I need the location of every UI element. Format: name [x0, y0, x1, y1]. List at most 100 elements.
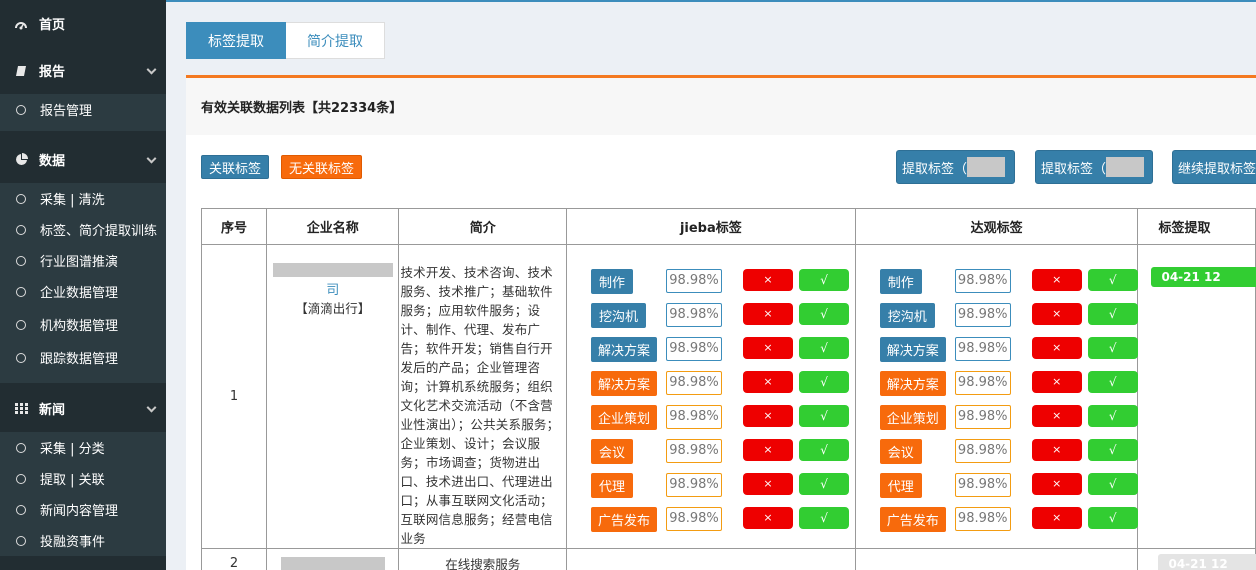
jieba-reject-button[interactable]: × — [743, 370, 794, 393]
daguan-reject-button[interactable]: × — [1031, 506, 1082, 529]
jieba-reject-button[interactable]: × — [743, 472, 794, 495]
sidebar-item-news-extract[interactable]: 提取 | 关联 — [0, 463, 166, 494]
sidebar-item-label: 报告管理 — [40, 104, 93, 119]
daguan-tag-row: 广告发布 98.98% × √ — [856, 506, 1138, 533]
jieba-tag[interactable]: 挖沟机 — [591, 302, 647, 328]
jieba-tag[interactable]: 解决方案 — [591, 370, 658, 396]
daguan-reject-button[interactable]: × — [1031, 370, 1082, 393]
jieba-reject-button[interactable]: × — [743, 404, 794, 427]
pie-chart-icon — [14, 153, 28, 166]
daguan-accept-button[interactable]: √ — [1087, 302, 1138, 325]
tab-summary-extract[interactable]: 简介提取 — [286, 22, 385, 59]
daguan-cell: 制作 98.98% × √ 挖沟机 98.98% × √ 解决方案 98.98% × √ 解决方案 98.… — [854, 244, 1139, 549]
sidebar-item-news-collect[interactable]: 采集 | 分类 — [0, 432, 166, 463]
jieba-reject-button[interactable]: × — [743, 438, 794, 461]
jieba-reject-button[interactable]: × — [743, 506, 794, 529]
jieba-tag-row: 广告发布 98.98% × √ — [567, 506, 855, 533]
related-tags-button[interactable]: 关联标签 — [201, 155, 270, 179]
daguan-reject-button[interactable]: × — [1031, 404, 1082, 427]
sidebar-item-org-data[interactable]: 机构数据管理 — [0, 307, 166, 342]
sidebar-item-industry-graph[interactable]: 行业图谱推演 — [0, 245, 166, 276]
sidebar-item-investment[interactable]: 投融资事件 — [0, 525, 166, 556]
jieba-accept-button[interactable]: √ — [799, 302, 850, 325]
jieba-confidence: 98.98% — [666, 336, 723, 361]
sidebar-item-tracking-data[interactable]: 跟踪数据管理 — [0, 342, 166, 373]
jieba-accept-button[interactable]: √ — [799, 370, 850, 393]
jieba-accept-button[interactable]: √ — [799, 438, 850, 461]
sidebar-item-news-content[interactable]: 新闻内容管理 — [0, 494, 166, 525]
row-index: 2 — [200, 548, 268, 570]
daguan-tag[interactable]: 解决方案 — [879, 370, 946, 396]
jieba-tag[interactable]: 解决方案 — [591, 336, 658, 362]
jieba-confidence: 98.98% — [666, 268, 723, 293]
jieba-accept-button[interactable]: √ — [799, 506, 850, 529]
jieba-tag[interactable]: 广告发布 — [591, 506, 658, 532]
jieba-tag[interactable]: 制作 — [591, 268, 634, 294]
jieba-reject-button[interactable]: × — [743, 336, 794, 359]
top-accent-line — [166, 0, 1256, 2]
jieba-tag[interactable]: 会议 — [591, 438, 634, 464]
data-submenu: 采集 | 清洗 标签、简介提取训练 行业图谱推演 企业数据管理 机构数据管理 跟… — [0, 183, 166, 383]
company-name[interactable]: 司 — [267, 279, 398, 298]
daguan-tag[interactable]: 广告发布 — [879, 506, 946, 532]
sidebar-item-report-manage[interactable]: 报告管理 — [0, 94, 166, 125]
daguan-accept-button[interactable]: √ — [1087, 472, 1138, 495]
redacted-company-name — [272, 263, 393, 277]
daguan-tag[interactable]: 会议 — [879, 438, 922, 464]
unrelated-tags-button[interactable]: 无关联标签 — [281, 155, 363, 179]
daguan-confidence: 98.98% — [954, 472, 1011, 497]
jieba-reject-button[interactable]: × — [743, 268, 794, 291]
jieba-tag-row: 代理 98.98% × √ — [567, 472, 855, 499]
jieba-tag[interactable]: 代理 — [591, 472, 634, 498]
jieba-tag[interactable]: 企业策划 — [591, 404, 658, 430]
jieba-reject-button[interactable]: × — [743, 302, 794, 325]
daguan-tag[interactable]: 企业策划 — [879, 404, 946, 430]
daguan-tag-row: 挖沟机 98.98% × √ — [856, 302, 1138, 329]
extract-tags-button-1[interactable]: 提取标签（ — [896, 150, 1015, 184]
daguan-accept-button[interactable]: √ — [1087, 404, 1138, 427]
jieba-confidence: 98.98% — [666, 506, 723, 531]
daguan-reject-button[interactable]: × — [1031, 268, 1082, 291]
daguan-accept-button[interactable]: √ — [1087, 506, 1138, 529]
daguan-tag[interactable]: 解决方案 — [879, 336, 946, 362]
nav-news[interactable]: 新闻 — [0, 385, 166, 432]
daguan-accept-button[interactable]: √ — [1087, 268, 1138, 291]
extract-tags-button-2[interactable]: 提取标签（ — [1035, 150, 1153, 184]
tab-tag-extract[interactable]: 标签提取 — [186, 22, 286, 59]
daguan-accept-button[interactable]: √ — [1087, 438, 1138, 461]
nav-data[interactable]: 数据 — [0, 136, 166, 183]
circle-icon — [16, 504, 26, 515]
daguan-reject-button[interactable]: × — [1031, 302, 1082, 325]
time-badge: 04-21 12 — [1151, 267, 1256, 287]
sidebar-item-tag-training[interactable]: 标签、简介提取训练 — [0, 214, 166, 245]
circle-icon — [16, 224, 26, 235]
daguan-confidence: 98.98% — [954, 268, 1011, 293]
daguan-tag[interactable]: 挖沟机 — [879, 302, 935, 328]
daguan-tag[interactable]: 代理 — [879, 472, 922, 498]
sidebar-item-label: 采集 | 分类 — [40, 442, 105, 457]
daguan-accept-button[interactable]: √ — [1087, 370, 1138, 393]
sidebar-item-collect-clean[interactable]: 采集 | 清洗 — [0, 183, 166, 214]
jieba-accept-button[interactable]: √ — [799, 472, 850, 495]
jieba-accept-button[interactable]: √ — [799, 336, 850, 359]
jieba-accept-button[interactable]: √ — [799, 404, 850, 427]
nav-home[interactable]: 首页 — [0, 0, 166, 47]
news-submenu: 采集 | 分类 提取 | 关联 新闻内容管理 投融资事件 — [0, 432, 166, 556]
jieba-confidence: 98.98% — [666, 302, 723, 327]
daguan-accept-button[interactable]: √ — [1087, 336, 1138, 359]
col-header-company: 企业名称 — [266, 208, 400, 245]
daguan-confidence: 98.98% — [954, 370, 1011, 395]
daguan-tag[interactable]: 制作 — [879, 268, 922, 294]
continue-extract-button[interactable]: 继续提取标签 — [1172, 150, 1256, 184]
daguan-reject-button[interactable]: × — [1031, 336, 1082, 359]
daguan-reject-button[interactable]: × — [1031, 438, 1082, 461]
sidebar-item-company-data[interactable]: 企业数据管理 — [0, 276, 166, 307]
daguan-reject-button[interactable]: × — [1031, 472, 1082, 495]
nav-report[interactable]: 报告 — [0, 47, 166, 94]
continue-extract-label: 继续提取标签 — [1178, 161, 1256, 177]
tab-bar: 标签提取 简介提取 — [186, 22, 385, 59]
redacted-count — [1106, 157, 1145, 177]
col-header-extract: 标签提取 — [1137, 208, 1256, 245]
daguan-tag-row: 制作 98.98% × √ — [856, 268, 1138, 295]
jieba-accept-button[interactable]: √ — [799, 268, 850, 291]
